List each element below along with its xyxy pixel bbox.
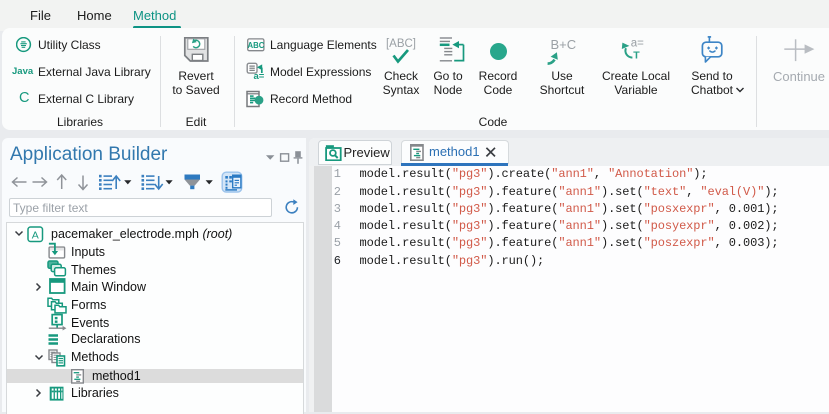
svg-text:[ABC]: [ABC] xyxy=(386,38,416,50)
svg-text:a=: a= xyxy=(254,71,265,82)
svg-text:A: A xyxy=(32,229,39,241)
svg-text:T: T xyxy=(633,49,640,61)
svg-text:a=: a= xyxy=(631,37,644,49)
svg-text:ABC: ABC xyxy=(247,41,264,50)
